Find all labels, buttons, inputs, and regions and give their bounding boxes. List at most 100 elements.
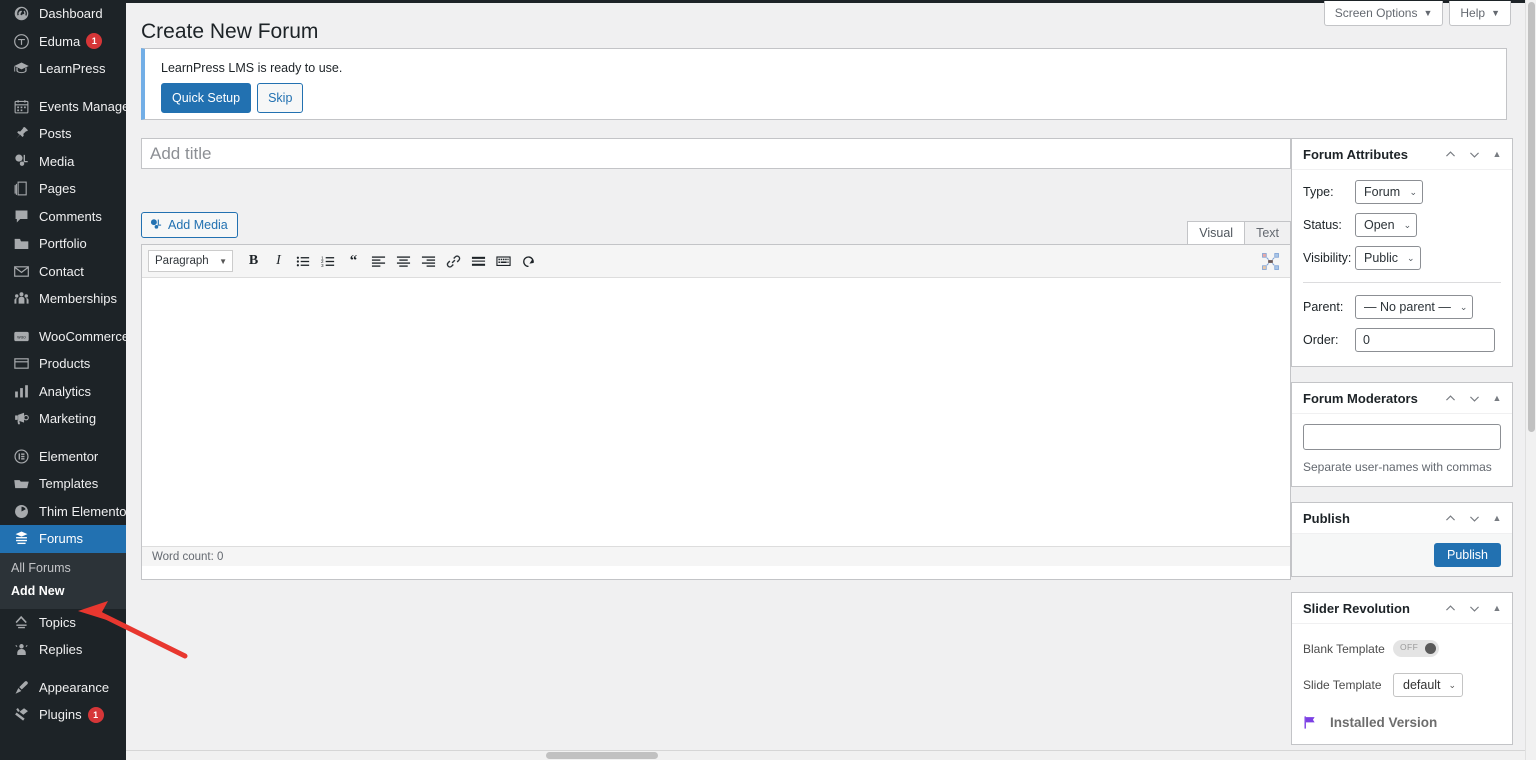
publish-header: Publish ▲ [1292,503,1512,534]
comment-icon [11,206,31,226]
help-button[interactable]: Help ▼ [1449,1,1511,26]
sidebar-item-memberships[interactable]: Memberships [0,285,126,313]
slide-template-value: default [1403,678,1441,692]
sidebar-item-templates[interactable]: Templates [0,470,126,498]
forum-parent-select[interactable]: — No parent — ⌄ [1355,295,1474,319]
chart-bar-icon [11,381,31,401]
sidebar-item-learnpress[interactable]: LearnPress [0,55,126,83]
sidebar-item-thim-elementor[interactable]: Thim Elementor [0,498,126,526]
sidebar-submenu-item-add-new[interactable]: Add New [0,580,126,603]
collapse-toggle-icon[interactable]: ▲ [1486,595,1508,621]
sidebar-item-label: Memberships [39,291,118,307]
sidebar-item-label: Pages [39,181,76,197]
bold-icon[interactable]: B [241,249,266,273]
sidebar-submenu-item-all-forums[interactable]: All Forums [0,557,126,580]
collapse-toggle-icon[interactable]: ▲ [1486,385,1508,411]
sidebar-item-products[interactable]: Products [0,350,126,378]
post-title-input[interactable] [142,139,1290,168]
megaphone-icon [11,409,31,429]
notice-text: LearnPress LMS is ready to use. [161,61,343,75]
sidebar-item-label: Forums [39,531,84,547]
pages-icon [11,179,31,199]
forum-type-select[interactable]: Forum ⌄ [1355,180,1423,204]
align-left-icon[interactable] [366,249,391,273]
tab-text[interactable]: Text [1244,221,1291,244]
move-down-icon[interactable] [1462,505,1486,531]
sidebar-item-label: Portfolio [39,236,87,252]
sidebar-item-label: Events Manager [39,98,126,114]
post-title-field-wrapper[interactable] [141,138,1291,169]
tab-visual[interactable]: Visual [1187,221,1246,244]
toolbar-toggle-icon[interactable] [491,249,516,273]
move-up-icon[interactable] [1438,385,1462,411]
blank-template-toggle[interactable]: OFF [1393,640,1439,657]
align-center-icon[interactable] [391,249,416,273]
forum-status-row: Status: Open ⌄ [1303,213,1501,237]
sidebar-item-topics[interactable]: Topics [0,609,126,637]
add-media-button[interactable]: Add Media [141,212,238,238]
forum-order-row: Order: [1303,328,1501,352]
sidebar-top-list: Dashboard Eduma 1 LearnPress Events Manager P… [0,0,126,729]
blockquote-icon[interactable]: “ [341,249,366,273]
move-up-icon[interactable] [1438,141,1462,167]
sidebar-item-comments[interactable]: Comments [0,203,126,231]
sidebar-item-eduma[interactable]: Eduma 1 [0,28,126,56]
collapse-toggle-icon[interactable]: ▲ [1486,141,1508,167]
sidebar-item-woocommerce[interactable]: woo WooCommerce [0,323,126,351]
forum-visibility-select[interactable]: Public ⌄ [1355,246,1421,270]
move-up-icon[interactable] [1438,505,1462,531]
numbered-list-icon[interactable]: 1 2 3 [316,249,341,273]
move-down-icon[interactable] [1462,141,1486,167]
sidebar-item-pages[interactable]: Pages [0,175,126,203]
pin-icon [11,124,31,144]
editor-toolbar: Paragraph ▼ B I 1 2 3 “ [142,245,1290,278]
publish-button[interactable]: Publish [1434,543,1501,567]
sidebar-item-marketing[interactable]: Marketing [0,405,126,433]
forum-moderators-body: Separate user-names with commas [1292,414,1512,486]
bulleted-list-icon[interactable] [291,249,316,273]
sidebar-item-label: LearnPress [39,61,106,77]
skip-button[interactable]: Skip [257,83,304,113]
admin-sidebar: Dashboard Eduma 1 LearnPress Events Manager P… [0,0,126,760]
insert-link-icon[interactable] [441,249,466,273]
envelope-icon [11,261,31,281]
move-down-icon[interactable] [1462,595,1486,621]
italic-icon[interactable]: I [266,249,291,273]
horizontal-scrollbar-thumb[interactable] [546,752,658,759]
move-down-icon[interactable] [1462,385,1486,411]
vertical-scrollbar[interactable] [1525,0,1536,760]
read-more-icon[interactable] [466,249,491,273]
slide-template-select[interactable]: default ⌄ [1393,673,1464,697]
sidebar-item-analytics[interactable]: Analytics [0,378,126,406]
sidebar-item-label: Replies [39,642,83,658]
paragraph-format-select[interactable]: Paragraph ▼ [148,250,233,272]
sidebar-item-plugins[interactable]: Plugins 1 [0,701,126,729]
collapse-toggle-icon[interactable]: ▲ [1486,505,1508,531]
quick-setup-button[interactable]: Quick Setup [161,83,252,113]
horizontal-scrollbar[interactable] [126,750,1525,760]
screen-options-button[interactable]: Screen Options ▼ [1323,1,1444,26]
sidebar-item-contact[interactable]: Contact [0,258,126,286]
forum-order-input[interactable] [1355,328,1495,352]
sidebar-item-appearance[interactable]: Appearance [0,674,126,702]
sidebar-item-replies[interactable]: Replies [0,636,126,664]
distraction-free-icon[interactable] [1259,250,1281,272]
sidebar-item-media[interactable]: Media [0,148,126,176]
sidebar-item-elementor[interactable]: Elementor [0,443,126,471]
forum-status-select[interactable]: Open ⌄ [1355,213,1418,237]
sidebar-item-events-manager[interactable]: Events Manager [0,93,126,121]
editor-content-area[interactable] [142,278,1290,546]
sidebar-item-posts[interactable]: Posts [0,120,126,148]
sidebar-item-forums[interactable]: Forums [0,525,126,553]
sidebar-item-dashboard[interactable]: Dashboard [0,0,126,28]
undo-icon[interactable] [516,249,541,273]
move-up-icon[interactable] [1438,595,1462,621]
toggle-knob-icon [1425,643,1436,654]
help-label: Help [1460,6,1486,20]
align-right-icon[interactable] [416,249,441,273]
forum-moderators-input[interactable] [1303,424,1501,450]
vertical-scrollbar-thumb[interactable] [1528,2,1535,432]
sidebar-item-label: Elementor [39,448,99,464]
sidebar-item-portfolio[interactable]: Portfolio [0,230,126,258]
page-title: Create New Forum [141,20,319,43]
